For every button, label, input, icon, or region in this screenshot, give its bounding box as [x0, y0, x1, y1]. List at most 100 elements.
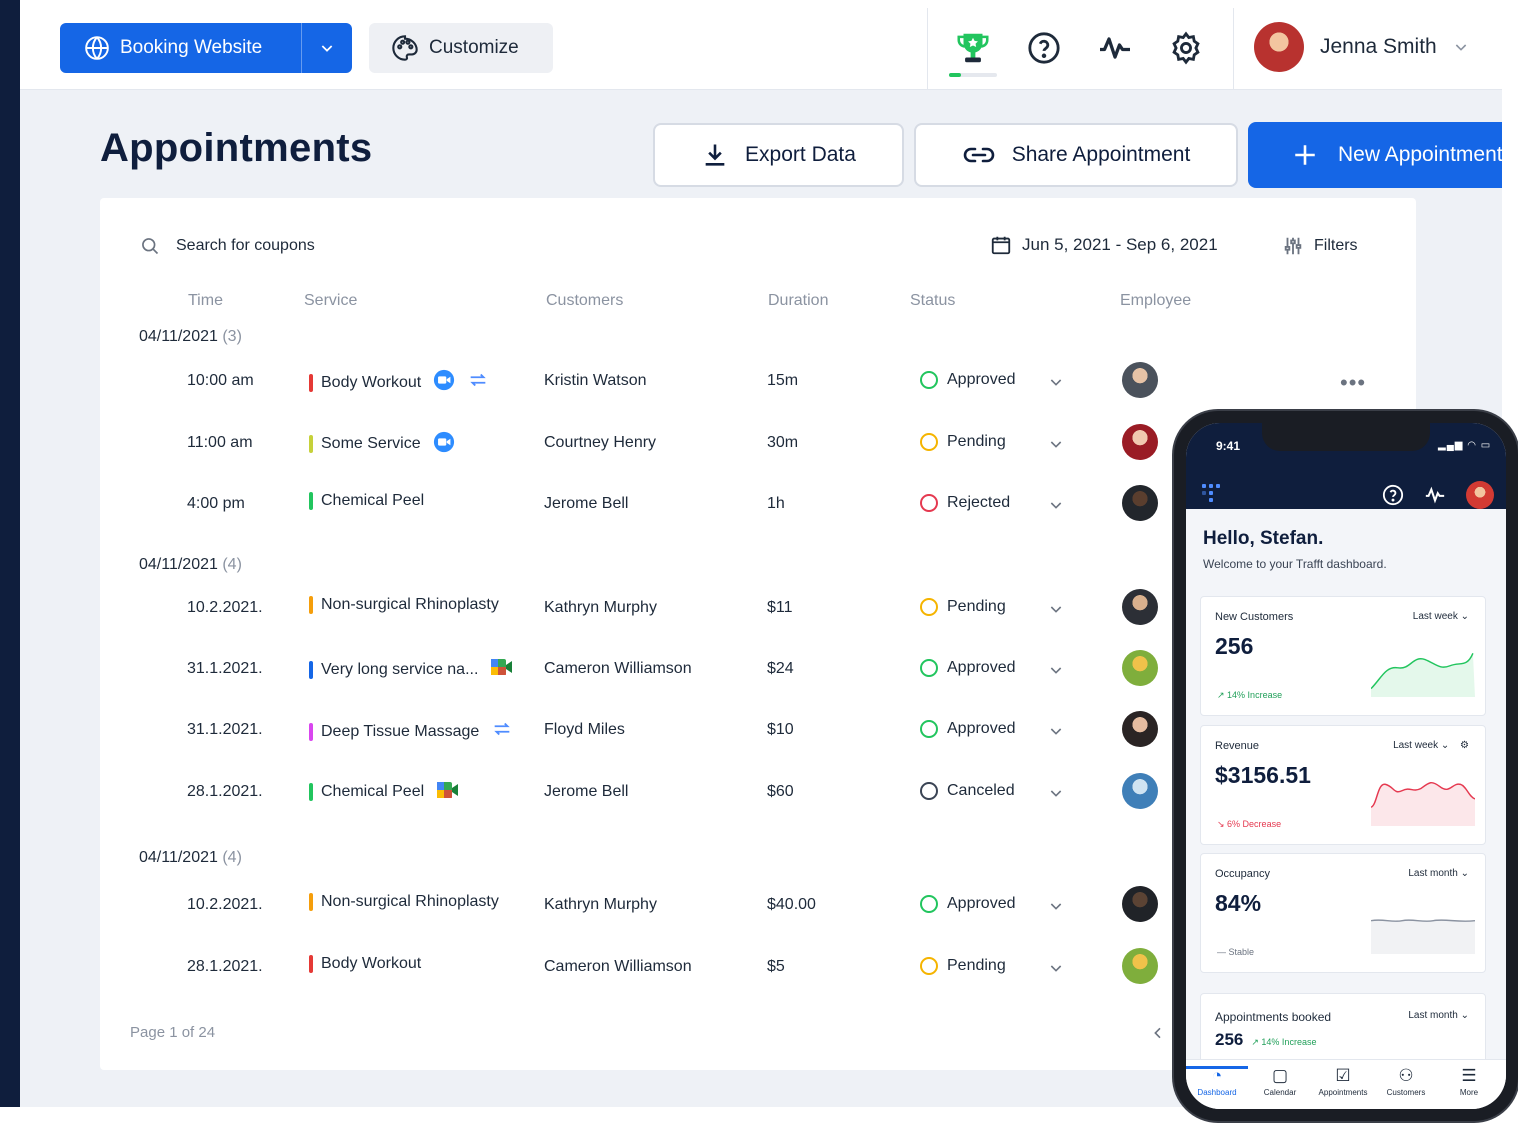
phone-avatar[interactable]: [1466, 481, 1494, 509]
cell-customer[interactable]: Kathryn Murphy: [544, 896, 657, 914]
trophy-icon: [957, 33, 989, 63]
status-dropdown-button[interactable]: [1048, 898, 1064, 919]
kpi-card[interactable]: Occupancy Last month ⌄ 84% — Stable: [1200, 853, 1486, 973]
filters-button[interactable]: Filters: [1282, 234, 1358, 258]
employee-avatar[interactable]: [1122, 650, 1158, 687]
status-dropdown-button[interactable]: [1048, 497, 1064, 518]
cell-customer[interactable]: Floyd Miles: [544, 721, 625, 739]
employee-avatar[interactable]: [1122, 947, 1158, 984]
tab-more[interactable]: ☰ More: [1438, 1066, 1500, 1097]
kpi-card[interactable]: Revenue Last week ⌄ ⚙ $3156.51 ↘ 6% Decreas…: [1200, 725, 1486, 845]
employee-avatar[interactable]: [1122, 362, 1158, 398]
column-header-service[interactable]: Service: [304, 292, 357, 310]
export-data-button[interactable]: Export Data: [653, 123, 904, 187]
cell-customer[interactable]: Kathryn Murphy: [544, 599, 657, 617]
status-dropdown-button[interactable]: [1048, 374, 1064, 395]
date-range-picker[interactable]: Jun 5, 2021 - Sep 6, 2021: [990, 234, 1218, 256]
trophy-button[interactable]: [951, 26, 995, 70]
kpi-card[interactable]: New Customers Last week ⌄ 256 ↗ 14% Increas…: [1200, 596, 1486, 716]
cell-customer[interactable]: Jerome Bell: [544, 783, 628, 801]
status-dropdown-button[interactable]: [1048, 785, 1064, 806]
cell-status[interactable]: Canceled: [920, 781, 1015, 800]
table-row[interactable]: 10:00 am Body Workout Kristin Watson 15m App…: [100, 362, 1416, 402]
tab-appointments[interactable]: ☑ Appointments: [1312, 1066, 1374, 1097]
employee-avatar[interactable]: [1122, 772, 1158, 809]
employee-avatar[interactable]: [1122, 886, 1158, 922]
kpi-period-dropdown[interactable]: Last week ⌄ ⚙: [1393, 740, 1469, 751]
kpi-period-dropdown[interactable]: Last month ⌄: [1408, 1010, 1469, 1021]
customize-button[interactable]: Customize: [369, 23, 553, 73]
group-date-label: 04/11/2021 (4): [139, 849, 242, 867]
pagination-label: Page 1 of 24: [130, 1024, 216, 1041]
employee-avatar[interactable]: [1122, 485, 1158, 521]
cell-status[interactable]: Pending: [920, 598, 1006, 616]
kpi-period: Last week: [1412, 611, 1458, 622]
kpi-period-dropdown[interactable]: Last week ⌄: [1413, 611, 1469, 622]
activity-button[interactable]: [1093, 26, 1137, 70]
employee-avatar[interactable]: [1122, 589, 1158, 625]
more-options-icon[interactable]: •••: [1340, 370, 1366, 396]
kpi-period-dropdown[interactable]: Last month ⌄: [1408, 868, 1469, 879]
kpi-value: $3156.51: [1215, 762, 1311, 788]
search-box[interactable]: Search for coupons: [140, 236, 315, 256]
cell-status[interactable]: Approved: [920, 371, 1016, 389]
column-header-employee[interactable]: Employee: [1120, 292, 1191, 310]
kpi-sparkline: [1371, 781, 1475, 826]
tab-dashboard[interactable]: ◔ Dashboard: [1186, 1066, 1248, 1097]
group-date: 04/11/2021: [139, 556, 218, 573]
phone-screen: 9:41 ▂▄▆ ◠ ▭ Hello, Stefan. Welcome to y…: [1186, 423, 1506, 1109]
status-ring-icon: [920, 432, 938, 451]
status-dropdown-button[interactable]: [1048, 723, 1064, 744]
settings-button[interactable]: [1164, 26, 1208, 70]
column-header-customers[interactable]: Customers: [546, 292, 623, 310]
cell-status[interactable]: Pending: [920, 432, 1006, 451]
cell-customer[interactable]: Jerome Bell: [544, 495, 628, 513]
employee-avatar[interactable]: [1122, 423, 1158, 460]
group-date-label: 04/11/2021 (3): [139, 328, 242, 346]
booking-website-dropdown[interactable]: [302, 23, 352, 73]
column-header-status[interactable]: Status: [910, 292, 955, 310]
column-header-time[interactable]: Time: [188, 292, 223, 310]
kpi-delta: ↗ 14% Increase: [1251, 1037, 1317, 1047]
settings-icon[interactable]: ⚙: [1460, 740, 1469, 751]
cell-status[interactable]: Rejected: [920, 494, 1010, 512]
cell-customer[interactable]: Kristin Watson: [544, 372, 647, 390]
group-count: (4): [217, 556, 242, 573]
column-header-duration[interactable]: Duration: [768, 292, 828, 310]
gear-icon: [1172, 31, 1200, 65]
status-dropdown-button[interactable]: [1048, 436, 1064, 457]
cell-status[interactable]: Approved: [920, 895, 1016, 913]
activity-icon[interactable]: [1424, 484, 1446, 506]
status-dropdown-button[interactable]: [1048, 601, 1064, 622]
search-input[interactable]: Search for coupons: [176, 237, 315, 255]
cell-time: 28.1.2021.: [187, 957, 263, 975]
tab-customers[interactable]: ⚇ Customers: [1375, 1066, 1437, 1097]
cell-status[interactable]: Approved: [920, 659, 1016, 678]
cell-service: Deep Tissue Massage: [309, 718, 513, 745]
employee-avatar[interactable]: [1122, 711, 1158, 748]
share-appointment-button[interactable]: Share Appointment: [914, 123, 1238, 187]
help-button[interactable]: [1022, 26, 1066, 70]
status-label: Canceled: [947, 781, 1015, 799]
kpi-card-appointments[interactable]: Appointments booked Last month ⌄ 256 ↗ 1…: [1200, 993, 1486, 1063]
prev-page-button[interactable]: [1150, 1024, 1166, 1047]
booking-website-button[interactable]: Booking Website: [60, 23, 352, 73]
cell-customer[interactable]: Cameron Williamson: [544, 958, 692, 976]
help-icon[interactable]: [1382, 484, 1404, 506]
cell-status[interactable]: Pending: [920, 956, 1006, 975]
status-ring-icon: [920, 895, 938, 913]
chevron-down-icon: [1050, 903, 1062, 910]
new-appointment-button[interactable]: New Appointment: [1248, 122, 1502, 188]
status-dropdown-button[interactable]: [1048, 960, 1064, 981]
cell-customer[interactable]: Cameron Williamson: [544, 660, 692, 678]
user-menu[interactable]: Jenna Smith: [1254, 22, 1469, 72]
customers-icon: ⚇: [1398, 1066, 1414, 1085]
phone-welcome-text: Welcome to your Trafft dashboard.: [1203, 557, 1387, 571]
booking-website-main[interactable]: Booking Website: [60, 23, 302, 73]
cell-status[interactable]: Approved: [920, 720, 1016, 739]
cell-customer[interactable]: Courtney Henry: [544, 434, 656, 452]
status-dropdown-button[interactable]: [1048, 662, 1064, 683]
trafft-logo-icon[interactable]: [1200, 481, 1224, 505]
service-color-bar: [309, 492, 313, 510]
tab-calendar[interactable]: ▢ Calendar: [1249, 1066, 1311, 1097]
